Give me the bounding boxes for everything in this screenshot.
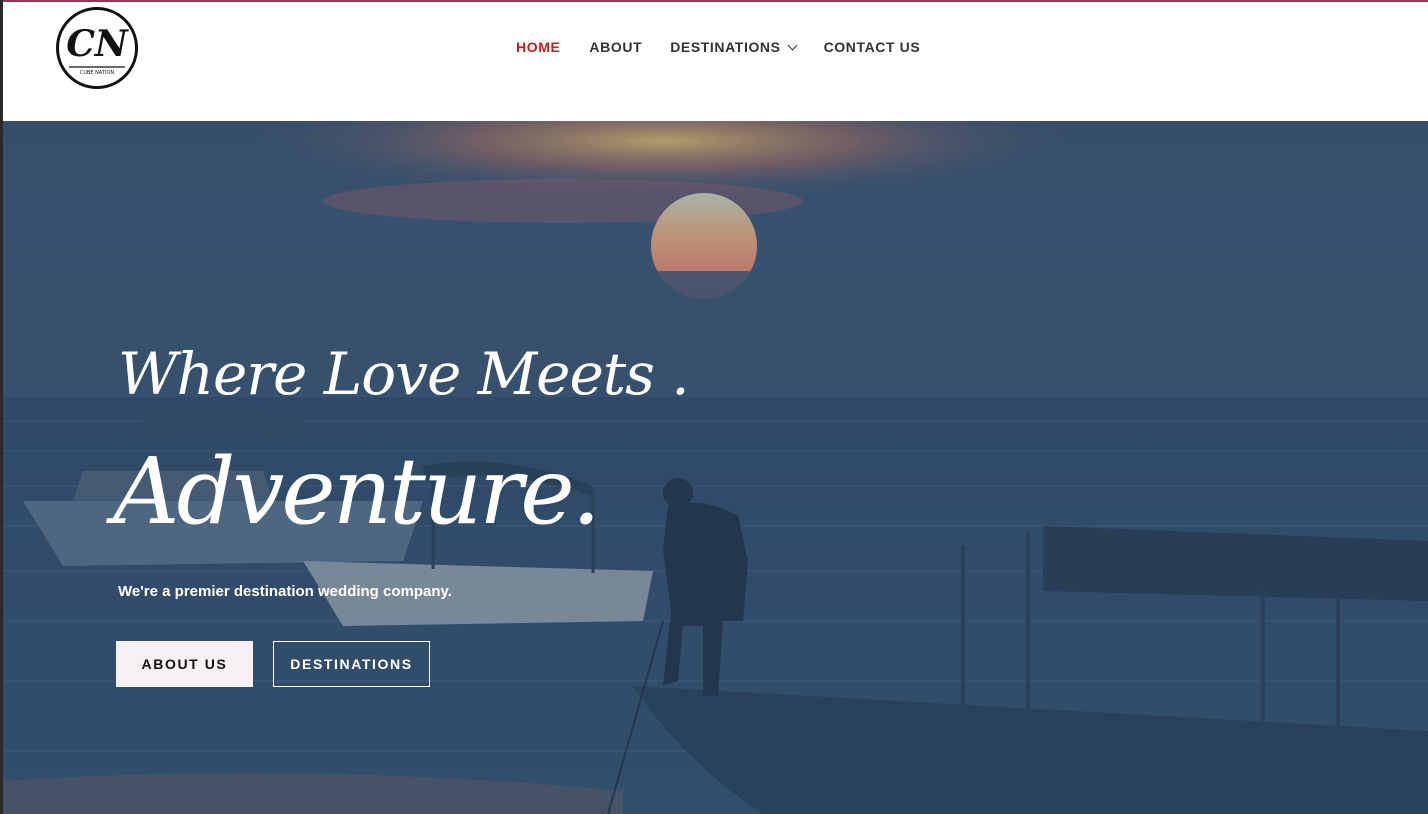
nav-destinations-label: DESTINATIONS xyxy=(670,39,781,55)
logo-mark-icon: CN CUBE NATION xyxy=(66,23,130,76)
about-us-button[interactable]: ABOUT US xyxy=(116,641,253,687)
svg-text:CN: CN xyxy=(66,23,130,65)
svg-text:CUBE NATION: CUBE NATION xyxy=(80,70,115,76)
hero-tagline: We're a premier destination wedding comp… xyxy=(118,583,452,600)
destinations-button-label: DESTINATIONS xyxy=(290,656,413,672)
destinations-button[interactable]: DESTINATIONS xyxy=(273,641,430,687)
about-us-button-label: ABOUT US xyxy=(141,656,228,672)
nav-home[interactable]: HOME xyxy=(516,39,560,55)
chevron-down-icon xyxy=(787,40,798,51)
nav-home-label: HOME xyxy=(516,39,561,55)
left-edge-border xyxy=(0,0,3,814)
hero-headline-line2: Adventure. xyxy=(113,438,601,545)
site-header: CN CUBE NATION HOME ABOUT DESTINATIONS C… xyxy=(3,2,1428,121)
nav-contact-label: CONTACT US xyxy=(823,39,921,55)
nav-destinations[interactable]: DESTINATIONS xyxy=(670,39,798,55)
hero-section: Where Love Meets . Adventure. We're a pr… xyxy=(3,121,1428,814)
hero-headline-line1: Where Love Meets . xyxy=(118,340,690,408)
nav-about[interactable]: ABOUT xyxy=(589,39,642,55)
nav-about-label: ABOUT xyxy=(589,39,643,55)
main-nav: HOME ABOUT DESTINATIONS CONTACT US xyxy=(516,39,920,55)
site-logo[interactable]: CN CUBE NATION xyxy=(56,7,138,89)
nav-contact[interactable]: CONTACT US xyxy=(824,39,921,55)
